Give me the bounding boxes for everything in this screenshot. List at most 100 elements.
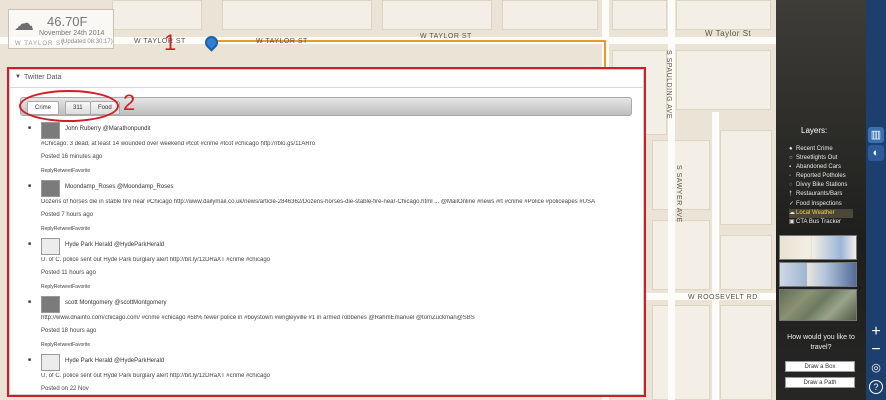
pin-icon: ●: [789, 146, 793, 152]
weather-updated: (Updated 08:30:17): [61, 39, 113, 45]
bullet-icon: ■: [28, 125, 32, 131]
map-block: [676, 50, 771, 110]
zoom-out-icon[interactable]: −: [868, 342, 884, 358]
layer-divvy-bike-stations[interactable]: ◌ Divvy Bike Stations: [789, 182, 847, 191]
tweet-handle[interactable]: Hyde Park Herald @HydeParkHerald: [65, 242, 164, 248]
map-thumbnail-satellite[interactable]: [779, 289, 857, 321]
cloud-icon: ☁: [789, 210, 795, 216]
weather-temperature: 46.70F: [47, 14, 88, 29]
car-icon: ▪: [789, 164, 792, 170]
street-label: S SAWYER AVE: [675, 165, 682, 223]
street-label: W ROOSEVELT RD: [688, 294, 758, 301]
twitter-tabs: Crime 311 Food: [20, 97, 632, 116]
avatar[interactable]: [41, 180, 60, 197]
tweet-item: ■ John Ruberry @Marathonpundit #Chicago:…: [28, 122, 636, 180]
layer-label: Streetlights Out: [796, 155, 838, 161]
fork-icon: †: [789, 191, 793, 197]
layer-label: Reported Potholes: [796, 173, 846, 179]
tweet-actions[interactable]: ReplyRetweetFavorite: [41, 284, 90, 290]
street-label: W TAYLOR ST: [134, 38, 186, 45]
annotation-number-1: 1: [164, 30, 177, 55]
tweet-time: Posted 16 minutes ago: [41, 154, 103, 160]
map-canvas[interactable]: W TAYLOR ST W TAYLOR ST W TAYLOR ST W Ta…: [0, 0, 776, 400]
street-label: W TAYLOR ST: [256, 38, 308, 45]
avatar[interactable]: [41, 122, 60, 139]
layers-title: Layers:: [801, 126, 828, 135]
tweet-list: ■ John Ruberry @Marathonpundit #Chicago:…: [28, 122, 636, 394]
tweet-text: Dozens of horses die in stable fire near…: [41, 199, 596, 205]
bullet-icon: ■: [28, 183, 32, 189]
tab-311[interactable]: 311: [65, 101, 91, 115]
collapse-arrow-icon[interactable]: ▼: [15, 74, 21, 80]
route-line: [604, 40, 606, 70]
map-block: [720, 305, 772, 400]
bullet-icon: ■: [28, 357, 32, 363]
map-block: [652, 220, 710, 290]
street-label: W Taylor St: [705, 29, 752, 38]
weather-date: November 24th 2014: [39, 30, 105, 37]
twitter-panel: ▼ Twitter Data Crime 311 Food ■ John Rub…: [9, 69, 644, 395]
tweet-actions[interactable]: ReplyRetweetFavorite: [41, 168, 90, 174]
bike-icon: ◌: [789, 182, 793, 188]
map-block: [502, 0, 598, 30]
locate-icon[interactable]: ◎: [868, 360, 884, 376]
road-vertical: [712, 112, 719, 400]
tweet-handle[interactable]: Hyde Park Herald @HydeParkHerald: [65, 358, 164, 364]
map-block: [382, 0, 492, 30]
tab-food[interactable]: Food: [90, 101, 120, 115]
avatar[interactable]: [41, 296, 60, 313]
map-block: [676, 0, 771, 30]
chart-icon[interactable]: ▥: [868, 127, 884, 143]
avatar[interactable]: [41, 238, 60, 255]
help-icon[interactable]: ?: [869, 380, 883, 394]
layer-label: Divvy Bike Stations: [796, 182, 848, 188]
map-toolbar: ▥ ◐ + − ◎ ?: [866, 0, 886, 400]
layer-reported-potholes[interactable]: ◦ Reported Potholes: [789, 173, 846, 182]
tweet-item: ■ Moondamp_Roses @Moondamp_Roses Dozens …: [28, 180, 636, 238]
tweet-time: Posted 7 hours ago: [41, 212, 94, 218]
rain-cloud-icon: ☁: [14, 13, 34, 35]
twitter-panel-header[interactable]: ▼ Twitter Data: [10, 70, 643, 88]
map-thumbnail-transit[interactable]: [779, 262, 857, 287]
layer-streetlights-out[interactable]: ○ Streetlights Out: [789, 155, 837, 164]
layer-local-weather[interactable]: ☁Local Weather: [789, 209, 853, 218]
toggle-icon[interactable]: ◐: [868, 145, 884, 161]
map-thumbnail-streets[interactable]: [779, 235, 857, 260]
layer-restaurants-bars[interactable]: † Restaurants/Bars: [789, 191, 842, 200]
layer-cta-bus-tracker[interactable]: ▣CTA Bus Tracker: [789, 218, 841, 227]
bulb-icon: ○: [789, 155, 793, 161]
map-block: [720, 130, 772, 225]
street-label: S SPAULDING AVE: [665, 50, 672, 120]
tweet-time: Posted 11 hours ago: [41, 270, 96, 276]
bus-icon: ▣: [789, 219, 795, 225]
avatar[interactable]: [41, 354, 60, 371]
layer-label: Food Inspections: [796, 201, 842, 207]
draw-box-button[interactable]: Draw a Box: [785, 361, 855, 372]
layer-label: Restaurants/Bars: [796, 191, 843, 197]
layer-abandoned-cars[interactable]: ▪ Abandoned Cars: [789, 164, 841, 173]
map-block: [112, 0, 202, 30]
layer-label: CTA Bus Tracker: [796, 219, 841, 225]
tweet-text: #Chicago: 3 dead, at least 14 wounded ov…: [41, 141, 316, 147]
draw-path-button[interactable]: Draw a Path: [785, 377, 855, 388]
layer-label: Abandoned Cars: [796, 164, 842, 170]
tweet-item: ■ Hyde Park Herald @HydeParkHerald U. of…: [28, 354, 636, 394]
tab-crime[interactable]: Crime: [27, 101, 59, 115]
location-marker-icon[interactable]: [202, 33, 221, 53]
zoom-in-icon[interactable]: +: [868, 324, 884, 340]
map-block: [652, 305, 710, 400]
annotation-number-2: 2: [123, 90, 136, 115]
tweet-text: U. of C. police sent out Hyde Park burgl…: [41, 373, 270, 379]
layers-sidebar: Layers: ● Recent Crime ○ Streetlights Out …: [776, 0, 866, 400]
weather-widget: ☁ 46.70F November 24th 2014 (Updated 08:…: [8, 9, 114, 49]
tweet-handle[interactable]: scott Montgomery @scottMontgomery: [65, 300, 166, 306]
tweet-handle[interactable]: Moondamp_Roses @Moondamp_Roses: [65, 184, 173, 190]
layer-label: Local Weather: [796, 210, 835, 216]
layer-recent-crime[interactable]: ● Recent Crime: [789, 146, 833, 155]
tweet-handle[interactable]: John Ruberry @Marathonpundit: [65, 126, 150, 132]
layer-food-inspections[interactable]: ✓ Food Inspections: [789, 200, 842, 209]
tweet-actions[interactable]: ReplyRetweetFavorite: [41, 342, 90, 348]
tweet-time: Posted on 22 Nov: [41, 386, 89, 392]
tweet-time: Posted 18 hours ago: [41, 328, 97, 334]
tweet-actions[interactable]: ReplyRetweetFavorite: [41, 226, 90, 232]
